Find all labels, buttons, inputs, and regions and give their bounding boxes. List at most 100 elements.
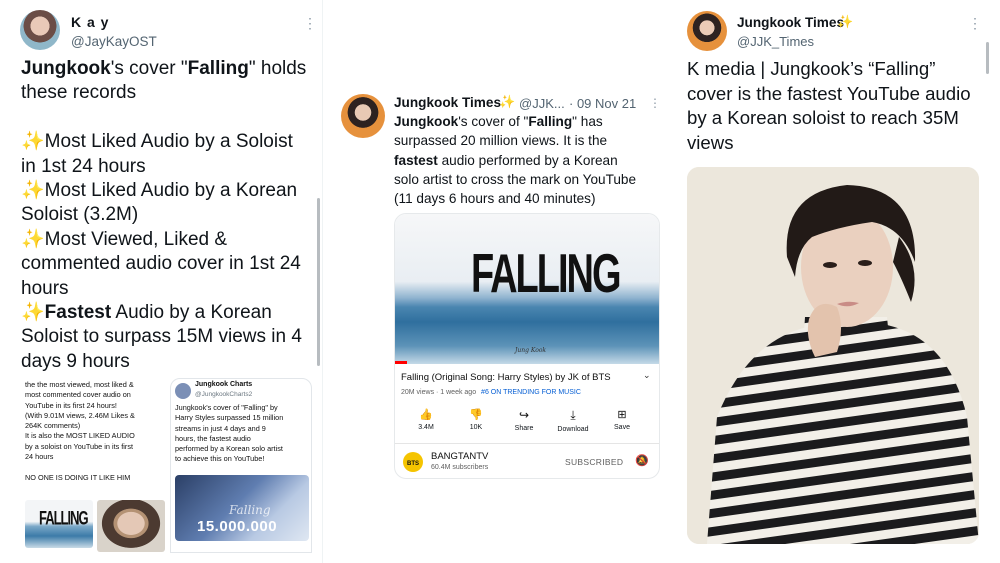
channel-avatar[interactable]: BTS (403, 452, 423, 472)
panel-divider (322, 0, 323, 563)
embedded-handle: @JungkookCharts2 (195, 391, 253, 398)
tweet-panel-jungkook-times-photo: Jungkook Times ✨ @JJK_Times ⋮ K media | … (676, 0, 1000, 563)
channel-name[interactable]: BANGTANTV (431, 451, 488, 462)
embedded-image-left[interactable]: the the most viewed, most liked & most c… (21, 380, 169, 553)
view-count: 20M views · 1 week ago (401, 389, 477, 396)
subscribed-button[interactable]: SUBSCRIBED (565, 457, 623, 467)
handle[interactable]: @JayKayOST (71, 34, 157, 49)
action-save[interactable]: ⊞ Save (607, 408, 637, 431)
display-name[interactable]: K a y (71, 14, 109, 30)
tweet-line: in 1st 24 hours (21, 155, 146, 177)
tweet-text: Jungkook's cover "Falling" holds these r… (21, 57, 313, 374)
tweet-fragment: Falling (187, 58, 249, 79)
embedded-tweet-text: the the most viewed, most liked & most c… (25, 380, 165, 483)
embedded-line: YouTube in its first 24 hours! (25, 400, 117, 410)
embedded-line: the the most viewed, most liked & (25, 380, 134, 389)
tweet-line: views (687, 131, 734, 153)
thumbs-down-icon: 👎 (469, 409, 483, 421)
expand-chevron-icon[interactable]: ⌄ (643, 370, 651, 381)
youtube-screenshot[interactable]: FALLING Jung Kook Falling (Original Song… (394, 213, 660, 479)
video-progress-bar[interactable] (395, 361, 407, 364)
tweet-text: K media | Jungkook’s “Falling” cover is … (687, 57, 992, 155)
trending-link[interactable]: #6 ON TRENDING FOR MUSIC (481, 389, 581, 396)
hashtag-text: Jungkook (21, 58, 111, 79)
thumbnail-title: FALLING (39, 506, 89, 529)
avatar[interactable] (687, 11, 727, 51)
thumbs-up-icon: 👍 (419, 409, 433, 421)
scrollbar[interactable] (317, 198, 320, 366)
embedded-line: by a soloist on YouTube in its first (25, 441, 134, 451)
tweet-photo[interactable] (687, 167, 979, 544)
sparkles-icon: ✨ (21, 302, 45, 324)
scrollbar[interactable] (986, 42, 989, 74)
tweet-date[interactable]: · 09 Nov 21 (569, 96, 636, 111)
video-thumbnail[interactable]: FALLING Jung Kook (395, 214, 659, 364)
tweet-line: by a Korean soloist to reach 35M (687, 107, 959, 129)
avatar[interactable] (20, 10, 60, 50)
share-label: Share (514, 425, 534, 432)
more-options-icon[interactable]: ⋮ (968, 16, 982, 30)
handle[interactable]: @JJK_Times (737, 34, 814, 49)
embedded-line: streams in just 4 days and 9 (175, 423, 266, 433)
handle[interactable]: @JJK... (519, 96, 565, 111)
tweet-line: commented audio cover in 1st 24 (21, 253, 301, 275)
tweet-fragment: audio performed by a Korean (437, 152, 618, 168)
image-script-text: Falling (229, 503, 271, 517)
download-label: Download (557, 426, 589, 433)
video-meta-row: 20M views · 1 week ago #6 ON TRENDING FO… (401, 389, 581, 396)
subscriber-count: 60.4M subscribers (431, 464, 489, 471)
like-count: 3.4M (418, 424, 434, 431)
tweet-line: cover is the fastest YouTube audio (687, 82, 971, 104)
embedded-photo (97, 500, 165, 552)
tweet-line: surpassed 20 million views. It is the (394, 133, 608, 149)
avatar[interactable] (341, 94, 385, 138)
embedded-line: most commented cover audio on (25, 390, 131, 400)
embedded-tweet-text: Jungkook's cover of "Falling" by Harry S… (175, 403, 309, 465)
tweet-panel-jungkook-times-youtube: Jungkook Times ✨ @JJK... · 09 Nov 21 ⋮ J… (333, 88, 663, 488)
embedded-line: 264K comments) (25, 421, 81, 431)
embedded-image-right[interactable]: Jungkook Charts @JungkookCharts2 Jungkoo… (170, 378, 312, 553)
tweet-line: Soloist to surpass 15M views in 4 (21, 326, 302, 348)
notification-bell-icon[interactable]: 🔕 (635, 454, 649, 467)
display-name[interactable]: Jungkook Times (737, 15, 844, 30)
download-icon: ⤓ (570, 408, 576, 422)
sparkles-icon: ✨ (837, 14, 854, 29)
action-download[interactable]: ⤓ Download (555, 408, 591, 433)
tweet-line: Most Liked Audio by a Korean (44, 180, 298, 202)
tweet-fragment: 's cover " (110, 58, 188, 79)
tweet-line: hours (21, 277, 69, 299)
portrait-illustration (687, 167, 979, 544)
tweet-fragment: Audio by a Korean (111, 302, 272, 324)
sparkles-icon: ✨ (21, 180, 45, 202)
tweet-fragment: " holds (248, 58, 307, 79)
tweet-line: these records (21, 82, 137, 104)
embedded-line: (With 9.01M views, 2.46M Likes & (25, 410, 135, 420)
embedded-line: NO ONE IS DOING IT LIKE HIM (25, 472, 131, 482)
thumbnail-title: FALLING (471, 244, 622, 306)
tweet-fragment: " has (572, 114, 603, 129)
dislike-count: 10K (469, 424, 483, 431)
sparkles-icon: ✨ (21, 131, 45, 153)
embedded-avatar (175, 383, 191, 399)
milestone-image: Falling 15.000.000 (175, 475, 309, 541)
embedded-line: Jungkook's cover of "Falling" by (175, 403, 278, 412)
tweet-line: solo artist to cross the mark on YouTube (394, 171, 637, 187)
sparkles-icon: ✨ (499, 94, 516, 109)
display-name[interactable]: Jungkook Times (394, 95, 501, 110)
video-title[interactable]: Falling (Original Song: Harry Styles) by… (401, 372, 633, 383)
tweet-line: (11 days 6 hours and 40 minutes) (394, 191, 596, 207)
tweet-fragment: Jungkook (394, 114, 459, 129)
share-icon: ↪ (518, 408, 530, 422)
action-dislike[interactable]: 👎 10K (461, 408, 491, 431)
tweet-fragment: 's cover of " (458, 114, 529, 129)
action-like[interactable]: 👍 3.4M (411, 408, 441, 431)
more-options-icon[interactable]: ⋮ (649, 96, 661, 110)
thumbnail-signature: Jung Kook (515, 347, 547, 354)
embedded-name: Jungkook Charts (195, 381, 253, 388)
embedded-line: It is also the MOST LIKED AUDIO (25, 431, 135, 441)
card-divider (395, 443, 659, 444)
tweet-fragment: Falling (528, 114, 573, 129)
tweet-line: K media | Jungkook’s “Falling” (687, 58, 936, 79)
more-options-icon[interactable]: ⋮ (303, 16, 317, 30)
action-share[interactable]: ↪ Share (509, 408, 539, 432)
